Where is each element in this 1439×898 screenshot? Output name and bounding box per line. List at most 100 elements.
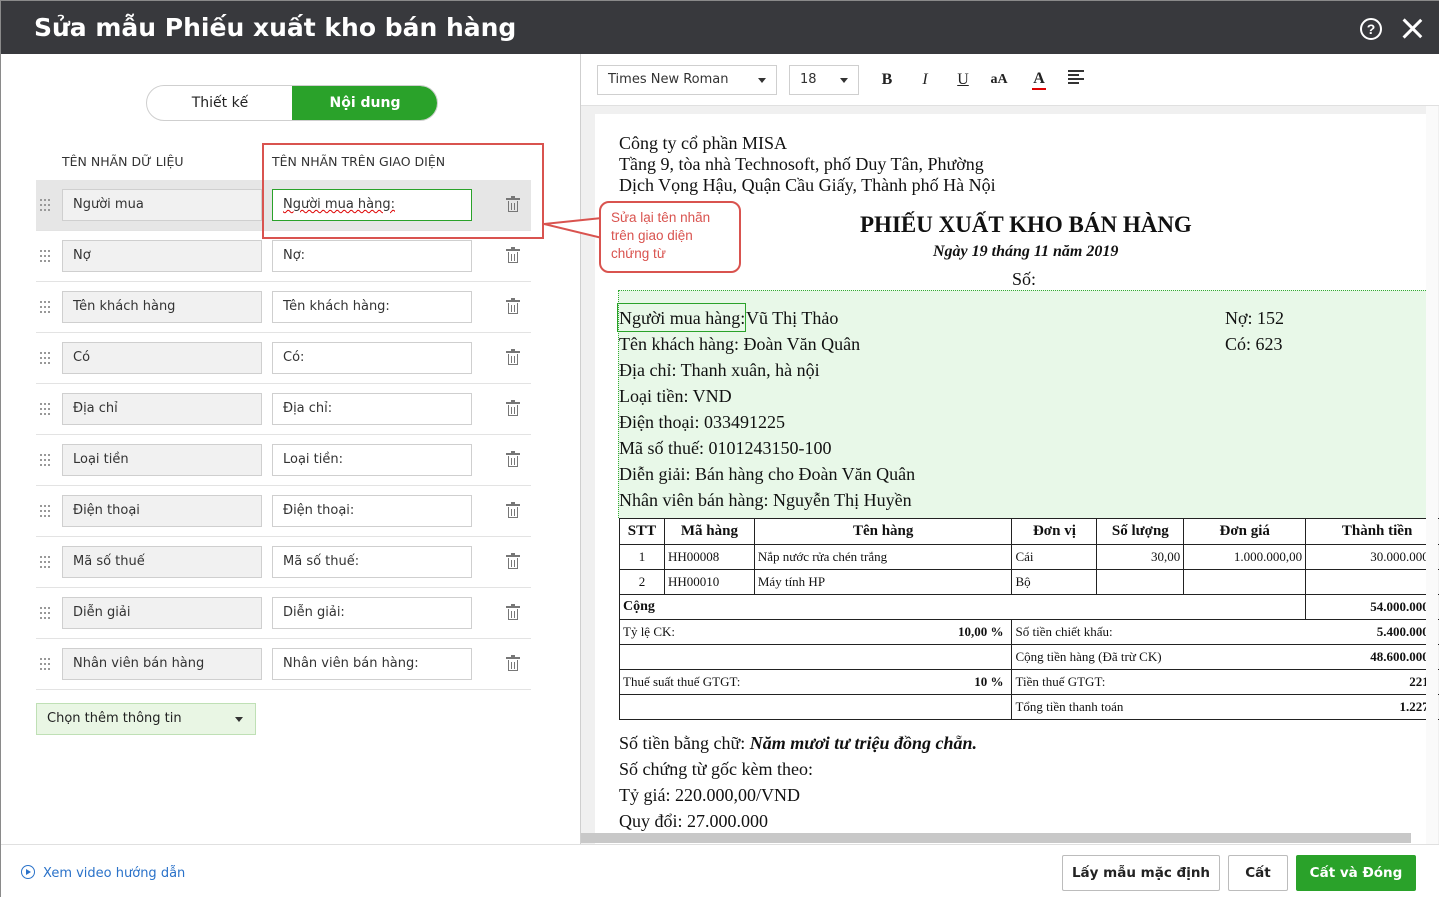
salesperson-line: Nhân viên bán hàng: Nguyễn Thị Huyền xyxy=(619,490,912,511)
tab-content[interactable]: Nội dung xyxy=(292,86,438,120)
label-row: Diễn giải Diễn giải: xyxy=(36,588,531,639)
tax-code-line: Mã số thuế: 0101243150-100 xyxy=(619,438,831,459)
ui-label-input[interactable]: Diễn giải: xyxy=(272,597,472,629)
data-label-field[interactable]: Mã số thuế xyxy=(62,546,262,578)
data-label-field[interactable]: Người mua xyxy=(62,189,262,221)
callout-pointer xyxy=(544,216,604,256)
cell-qty: 30,00 xyxy=(1097,545,1184,570)
table-header: Mã hàng xyxy=(664,519,754,545)
tab-design[interactable]: Thiết kế xyxy=(147,86,293,120)
drag-handle-icon[interactable] xyxy=(40,556,51,568)
ui-label-input[interactable]: Loại tiền: xyxy=(272,444,472,476)
data-label-field[interactable]: Điện thoại xyxy=(62,495,262,527)
table-header: Tên hàng xyxy=(754,519,1012,545)
goods-total-label: Cộng tiền hàng (Đã trừ CK) xyxy=(1012,645,1306,670)
add-field-dropdown[interactable]: Chọn thêm thông tin xyxy=(36,703,256,735)
discount-amount-label: Số tiền chiết khấu: xyxy=(1012,620,1306,645)
ui-label-input[interactable]: Có: xyxy=(272,342,472,374)
drag-handle-icon[interactable] xyxy=(40,352,51,364)
total-label: Cộng xyxy=(620,595,1306,620)
goods-total-value: 48.600.000,00 xyxy=(1306,645,1439,670)
cell-amount: 30.000.000,00 xyxy=(1306,545,1439,570)
ui-label-input[interactable]: Địa chỉ: xyxy=(272,393,472,425)
data-label-field[interactable]: Nợ xyxy=(62,240,262,272)
video-guide-link[interactable]: Xem video hướng dẫn xyxy=(21,865,185,881)
drag-handle-icon[interactable] xyxy=(40,454,51,466)
trash-icon[interactable] xyxy=(506,502,520,518)
save-and-close-button[interactable]: Cất và Đóng xyxy=(1296,855,1416,891)
cell-code: HH00010 xyxy=(664,570,754,595)
align-left-icon[interactable] xyxy=(1065,68,1089,92)
close-icon[interactable] xyxy=(1400,15,1424,41)
drag-handle-icon[interactable] xyxy=(40,199,51,211)
amount-in-words-line: Số tiền bằng chữ: Năm mươi tư triệu đồng… xyxy=(619,733,977,754)
data-label-field[interactable]: Có xyxy=(62,342,262,374)
vat-amount-value: 221,00 xyxy=(1306,670,1439,695)
ui-label-input[interactable]: Tên khách hàng: xyxy=(272,291,472,323)
dialog: Sửa mẫu Phiếu xuất kho bán hàng ? Thiết … xyxy=(0,0,1439,897)
ui-label-input[interactable]: Nhân viên bán hàng: xyxy=(272,648,472,680)
ui-label-input[interactable]: Mã số thuế: xyxy=(272,546,472,578)
document-number: Số: xyxy=(1012,269,1036,290)
underline-button[interactable]: U xyxy=(951,68,975,92)
drag-handle-icon[interactable] xyxy=(40,658,51,670)
vat-amount-label: Tiền thuế GTGT: xyxy=(1012,670,1306,695)
drag-handle-icon[interactable] xyxy=(40,250,51,262)
title-bar: Sửa mẫu Phiếu xuất kho bán hàng ? xyxy=(1,1,1439,54)
converted-amount-line: Quy đổi: 27.000.000 xyxy=(619,811,768,832)
attached-docs-line: Số chứng từ gốc kèm theo: xyxy=(619,759,813,780)
data-label-column-header: TÊN NHÃN DỮ LIỆU xyxy=(62,154,184,169)
text-case-button[interactable]: aA xyxy=(987,68,1011,92)
cell-stt: 2 xyxy=(620,570,665,595)
data-label-field[interactable]: Tên khách hàng xyxy=(62,291,262,323)
play-icon xyxy=(21,865,35,879)
drag-handle-icon[interactable] xyxy=(40,607,51,619)
trash-icon[interactable] xyxy=(506,349,520,365)
trash-icon[interactable] xyxy=(506,655,520,671)
exchange-rate-line: Tỷ giá: 220.000,00/VND xyxy=(619,785,800,806)
company-line: Công ty cổ phần MISA xyxy=(619,133,787,154)
drag-handle-icon[interactable] xyxy=(40,301,51,313)
data-label-field[interactable]: Diễn giải xyxy=(62,597,262,629)
buyer-value: Vũ Thị Thảo xyxy=(746,308,838,329)
ui-label-input[interactable]: Điện thoại: xyxy=(272,495,472,527)
vertical-scrollbar[interactable] xyxy=(1426,106,1438,844)
cell-price: 1.000.000,00 xyxy=(1184,545,1306,570)
label-row: Loại tiền Loại tiền: xyxy=(36,435,531,486)
total-row: Cộng 54.000.000,00 xyxy=(620,595,1439,620)
trash-icon[interactable] xyxy=(506,298,520,314)
help-icon[interactable]: ? xyxy=(1360,18,1382,40)
buyer-label[interactable]: Người mua hàng: xyxy=(619,308,745,329)
data-label-field[interactable]: Địa chỉ xyxy=(62,393,262,425)
label-row: Nhân viên bán hàng Nhân viên bán hàng: xyxy=(36,639,531,690)
chevron-down-icon xyxy=(758,78,766,83)
data-label-field[interactable]: Nhân viên bán hàng xyxy=(62,648,262,680)
empty-cell xyxy=(620,695,1012,720)
trash-icon[interactable] xyxy=(506,247,520,263)
ui-label-input[interactable]: Nợ: xyxy=(272,240,472,272)
drag-handle-icon[interactable] xyxy=(40,403,51,415)
annotation-highlight-box xyxy=(262,143,544,239)
cell-price xyxy=(1184,570,1306,595)
bold-button[interactable]: B xyxy=(875,68,899,92)
default-template-button[interactable]: Lấy mẫu mặc định xyxy=(1062,855,1220,891)
discount-row: Tỷ lệ CK: 10,00 % Số tiền chiết khấu: 5.… xyxy=(620,620,1439,645)
items-table: STT Mã hàng Tên hàng Đơn vị Số lượng Đơn… xyxy=(619,518,1439,720)
trash-icon[interactable] xyxy=(506,553,520,569)
drag-handle-icon[interactable] xyxy=(40,505,51,517)
trash-icon[interactable] xyxy=(506,604,520,620)
horizontal-scrollbar[interactable] xyxy=(581,833,1411,843)
font-color-button[interactable]: A xyxy=(1032,68,1046,90)
trash-icon[interactable] xyxy=(506,451,520,467)
document-title: PHIẾU XUẤT KHO BÁN HÀNG xyxy=(860,212,1192,238)
font-family-select[interactable]: Times New Roman xyxy=(597,65,777,95)
trash-icon[interactable] xyxy=(506,400,520,416)
italic-button[interactable]: I xyxy=(913,68,937,92)
cell-name: Máy tính HP xyxy=(754,570,1012,595)
cell-code: HH00008 xyxy=(664,545,754,570)
cell-unit: Cái xyxy=(1012,545,1097,570)
data-label-field[interactable]: Loại tiền xyxy=(62,444,262,476)
save-button[interactable]: Cất xyxy=(1228,855,1288,891)
font-size-select[interactable]: 18 xyxy=(789,65,859,95)
discount-rate-cell: Tỷ lệ CK: 10,00 % xyxy=(620,620,1012,645)
